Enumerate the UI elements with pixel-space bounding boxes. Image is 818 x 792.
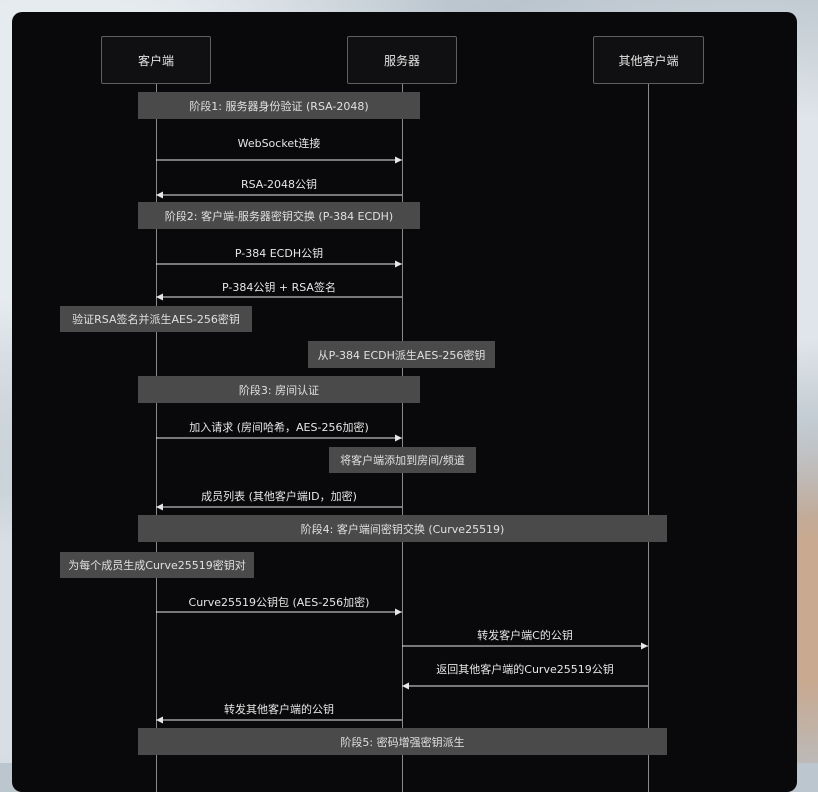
sequence-diagram-panel: 客户端 服务器 其他客户端 阶段1: 服务器身份验证 (RSA-2048) 阶段… — [12, 12, 797, 792]
message-arrows — [156, 156, 648, 724]
